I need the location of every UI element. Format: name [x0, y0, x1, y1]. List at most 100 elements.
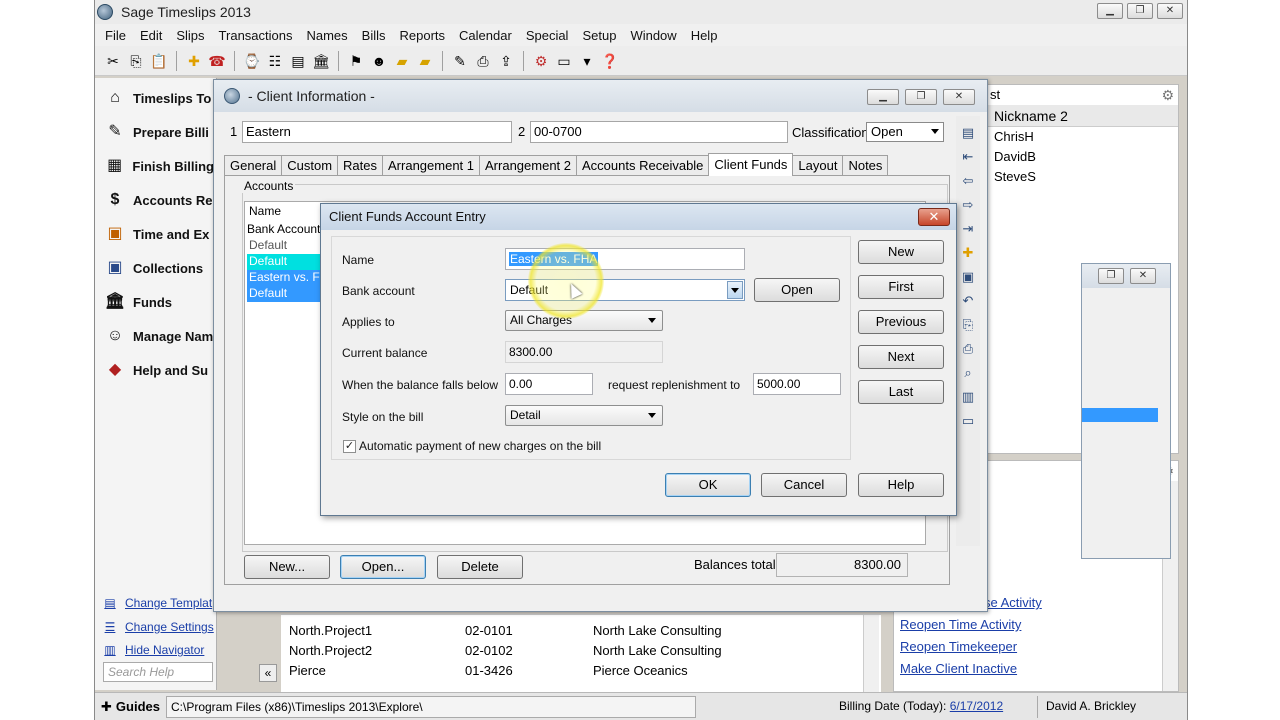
open-bank-account-button[interactable]: Open — [754, 278, 840, 302]
make-client-inactive-link[interactable]: Make Client Inactive — [900, 661, 1017, 676]
export-icon[interactable]: ⇪ — [496, 51, 516, 71]
menu-slips[interactable]: Slips — [169, 28, 211, 43]
copy-icon[interactable]: ⎘ — [126, 51, 146, 71]
applies-to-select[interactable]: All Charges — [505, 310, 663, 331]
close-activity-link[interactable]: se Activity — [984, 595, 1042, 610]
menu-file[interactable]: File — [98, 28, 133, 43]
minimize-button[interactable]: ▁ — [867, 89, 899, 105]
last-record-icon[interactable]: ⇥ — [959, 220, 977, 238]
ok-button[interactable]: OK — [665, 473, 751, 497]
new-account-button[interactable]: New... — [244, 555, 330, 579]
cancel-button[interactable]: Cancel — [761, 473, 847, 497]
change-settings-link[interactable]: ☰ Change Settings — [101, 618, 214, 636]
table-row[interactable]: Eastern vs. FH — [247, 270, 327, 286]
open-account-button[interactable]: Open... — [340, 555, 426, 579]
menu-names[interactable]: Names — [299, 28, 354, 43]
new-record-button[interactable]: New — [858, 240, 944, 264]
next-record-icon[interactable]: ⇨ — [959, 196, 977, 214]
tab-general[interactable]: General — [224, 155, 283, 176]
client-nickname-1-input[interactable]: Eastern — [242, 121, 512, 143]
menu-calendar[interactable]: Calendar — [452, 28, 519, 43]
nav-accounts-receivable[interactable]: $ Accounts Re — [99, 184, 214, 216]
nav-manage-names[interactable]: ☺ Manage Nam — [99, 320, 214, 352]
gear-icon[interactable]: ⚙ — [1161, 87, 1174, 104]
menu-setup[interactable]: Setup — [575, 28, 623, 43]
change-templates-link[interactable]: ▤ Change Templat — [101, 594, 212, 612]
tab-custom[interactable]: Custom — [281, 155, 339, 176]
delete-account-button[interactable]: Delete — [437, 555, 523, 579]
tab-arrangement-1[interactable]: Arrangement 1 — [382, 155, 481, 176]
folder-icon[interactable]: ▰ — [392, 51, 412, 71]
tab-accounts-receivable[interactable]: Accounts Receivable — [576, 155, 710, 176]
list-item[interactable]: North.Project1 02-0101 North Lake Consul… — [289, 623, 869, 643]
undo-icon[interactable]: ↶ — [959, 292, 977, 310]
balance-falls-below-input[interactable]: 0.00 — [505, 373, 593, 395]
table-row[interactable]: Default — [247, 286, 327, 302]
table-row[interactable]: Default — [247, 238, 327, 254]
copy-record-icon[interactable]: ⎘ — [959, 316, 977, 334]
tab-rates[interactable]: Rates — [337, 155, 384, 176]
hide-navigator-link[interactable]: ▥ Hide Navigator — [101, 641, 204, 659]
phone-icon[interactable]: ☎ — [207, 51, 227, 71]
list-item[interactable]: ChrisH — [994, 129, 1034, 144]
nav-funds[interactable]: 🏛 Funds — [99, 286, 214, 318]
add-record-icon[interactable]: ✚ — [959, 244, 977, 262]
list-item[interactable]: DavidB — [994, 149, 1036, 164]
next-record-button[interactable]: Next — [858, 345, 944, 369]
time-slip-icon[interactable]: ⌚ — [242, 51, 262, 71]
dropdown-tool-icon[interactable]: ▾ — [577, 51, 597, 71]
menu-transactions[interactable]: Transactions — [212, 28, 300, 43]
search-icon[interactable]: ⌕ — [959, 364, 977, 382]
client-icon[interactable]: ⚑ — [346, 51, 366, 71]
dialog-close-button[interactable]: ✕ — [918, 208, 950, 226]
lock-folder-icon[interactable]: ▰ — [415, 51, 435, 71]
list-icon[interactable]: ▤ — [959, 124, 977, 142]
add-icon[interactable]: ✚ — [184, 51, 204, 71]
tab-notes[interactable]: Notes — [842, 155, 889, 176]
minimize-button[interactable]: ▁ — [1097, 3, 1123, 19]
print-icon[interactable]: ⎙ — [473, 51, 493, 71]
tab-client-funds[interactable]: Client Funds — [708, 153, 794, 176]
guides-button[interactable]: ✚ Guides — [95, 699, 166, 715]
tab-arrangement-2[interactable]: Arrangement 2 — [479, 155, 578, 176]
help-icon[interactable]: ❓ — [600, 51, 620, 71]
menu-edit[interactable]: Edit — [133, 28, 169, 43]
menu-bills[interactable]: Bills — [355, 28, 393, 43]
nav-time-expenses[interactable]: ▣ Time and Ex — [99, 218, 214, 250]
window-icon[interactable]: ▭ — [554, 51, 574, 71]
replenishment-input[interactable]: 5000.00 — [753, 373, 841, 395]
style-on-bill-select[interactable]: Detail — [505, 405, 663, 426]
column-header-nickname[interactable]: Nickname 2 — [984, 105, 1178, 127]
list-item[interactable]: SteveS — [994, 169, 1036, 184]
list-scrollbar[interactable] — [863, 615, 879, 693]
close-button[interactable]: ✕ — [943, 89, 975, 105]
menu-reports[interactable]: Reports — [393, 28, 453, 43]
first-record-button[interactable]: First — [858, 275, 944, 299]
collapse-navigator-button[interactable]: « — [259, 664, 277, 682]
tab-layout[interactable]: Layout — [792, 155, 844, 176]
selected-row[interactable] — [1082, 408, 1158, 422]
close-button[interactable]: ✕ — [1130, 268, 1156, 284]
bank-icon[interactable]: 🏛 — [311, 51, 331, 71]
list-item[interactable]: Pierce 01-3426 Pierce Oceanics — [289, 663, 869, 683]
users-icon[interactable]: ☻ — [369, 51, 389, 71]
first-record-icon[interactable]: ⇤ — [959, 148, 977, 166]
billing-date-link[interactable]: 6/17/2012 — [950, 699, 1003, 713]
automatic-payment-checkbox[interactable]: ✓ — [343, 440, 356, 453]
account-name-input[interactable]: Eastern vs. FHA — [505, 248, 745, 270]
last-record-button[interactable]: Last — [858, 380, 944, 404]
client-nickname-2-input[interactable]: 00-0700 — [530, 121, 788, 143]
previous-record-button[interactable]: Previous — [858, 310, 944, 334]
menu-help[interactable]: Help — [684, 28, 725, 43]
classification-select[interactable]: Open — [866, 122, 944, 142]
reports-icon[interactable]: ▤ — [288, 51, 308, 71]
column-header-name[interactable]: Name — [249, 204, 281, 218]
previous-record-icon[interactable]: ⇦ — [959, 172, 977, 190]
print-record-icon[interactable]: ⎙ — [959, 340, 977, 358]
reopen-timekeeper-link[interactable]: Reopen Timekeeper — [900, 639, 1017, 654]
edit-icon[interactable]: ✎ — [450, 51, 470, 71]
paste-icon[interactable]: 📋 — [149, 51, 169, 71]
menu-window[interactable]: Window — [623, 28, 683, 43]
table-row[interactable]: Default — [247, 254, 327, 270]
restore-button[interactable]: ❐ — [1098, 268, 1124, 284]
